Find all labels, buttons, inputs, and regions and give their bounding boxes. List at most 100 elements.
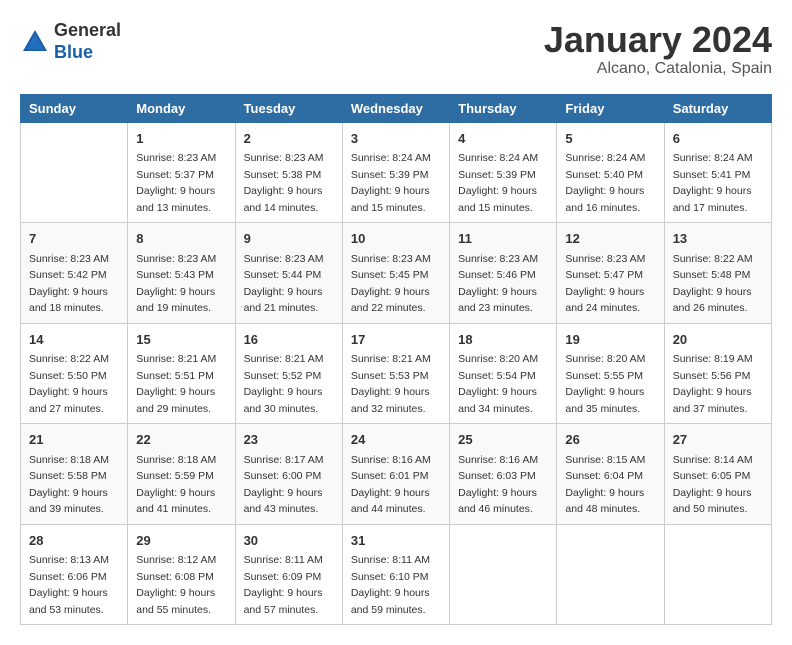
- day-info: Sunrise: 8:23 AMSunset: 5:43 PMDaylight:…: [136, 253, 216, 315]
- calendar-cell: 25 Sunrise: 8:16 AMSunset: 6:03 PMDaylig…: [450, 424, 557, 525]
- day-number: 10: [351, 229, 441, 249]
- calendar-cell: 31 Sunrise: 8:11 AMSunset: 6:10 PMDaylig…: [342, 524, 449, 625]
- day-number: 12: [565, 229, 655, 249]
- calendar-cell: 2 Sunrise: 8:23 AMSunset: 5:38 PMDayligh…: [235, 122, 342, 223]
- calendar-subtitle: Alcano, Catalonia, Spain: [544, 60, 772, 78]
- calendar-cell: [557, 524, 664, 625]
- day-info: Sunrise: 8:23 AMSunset: 5:44 PMDaylight:…: [244, 253, 324, 315]
- calendar-cell: 15 Sunrise: 8:21 AMSunset: 5:51 PMDaylig…: [128, 323, 235, 424]
- calendar-week-5: 28 Sunrise: 8:13 AMSunset: 6:06 PMDaylig…: [21, 524, 772, 625]
- calendar-cell: [664, 524, 771, 625]
- calendar-week-3: 14 Sunrise: 8:22 AMSunset: 5:50 PMDaylig…: [21, 323, 772, 424]
- calendar-cell: [450, 524, 557, 625]
- day-number: 23: [244, 430, 334, 450]
- day-info: Sunrise: 8:13 AMSunset: 6:06 PMDaylight:…: [29, 554, 109, 616]
- day-info: Sunrise: 8:21 AMSunset: 5:52 PMDaylight:…: [244, 353, 324, 415]
- weekday-header-friday: Friday: [557, 94, 664, 122]
- day-number: 31: [351, 531, 441, 551]
- day-info: Sunrise: 8:24 AMSunset: 5:39 PMDaylight:…: [458, 152, 538, 214]
- calendar-cell: 11 Sunrise: 8:23 AMSunset: 5:46 PMDaylig…: [450, 223, 557, 324]
- calendar-week-1: 1 Sunrise: 8:23 AMSunset: 5:37 PMDayligh…: [21, 122, 772, 223]
- calendar-cell: 23 Sunrise: 8:17 AMSunset: 6:00 PMDaylig…: [235, 424, 342, 525]
- calendar-cell: 26 Sunrise: 8:15 AMSunset: 6:04 PMDaylig…: [557, 424, 664, 525]
- weekday-header-row: SundayMondayTuesdayWednesdayThursdayFrid…: [21, 94, 772, 122]
- weekday-header-monday: Monday: [128, 94, 235, 122]
- page-header: General Blue January 2024 Alcano, Catalo…: [20, 20, 772, 78]
- day-info: Sunrise: 8:23 AMSunset: 5:38 PMDaylight:…: [244, 152, 324, 214]
- calendar-cell: [21, 122, 128, 223]
- calendar-cell: 4 Sunrise: 8:24 AMSunset: 5:39 PMDayligh…: [450, 122, 557, 223]
- day-number: 26: [565, 430, 655, 450]
- day-number: 30: [244, 531, 334, 551]
- day-info: Sunrise: 8:15 AMSunset: 6:04 PMDaylight:…: [565, 454, 645, 516]
- day-info: Sunrise: 8:12 AMSunset: 6:08 PMDaylight:…: [136, 554, 216, 616]
- calendar-cell: 8 Sunrise: 8:23 AMSunset: 5:43 PMDayligh…: [128, 223, 235, 324]
- logo-blue: Blue: [54, 42, 93, 62]
- day-number: 11: [458, 229, 548, 249]
- day-number: 15: [136, 330, 226, 350]
- logo-icon: [20, 27, 50, 57]
- day-number: 28: [29, 531, 119, 551]
- calendar-cell: 19 Sunrise: 8:20 AMSunset: 5:55 PMDaylig…: [557, 323, 664, 424]
- calendar-cell: 5 Sunrise: 8:24 AMSunset: 5:40 PMDayligh…: [557, 122, 664, 223]
- day-info: Sunrise: 8:18 AMSunset: 5:58 PMDaylight:…: [29, 454, 109, 516]
- day-number: 4: [458, 129, 548, 149]
- day-info: Sunrise: 8:23 AMSunset: 5:47 PMDaylight:…: [565, 253, 645, 315]
- weekday-header-wednesday: Wednesday: [342, 94, 449, 122]
- day-info: Sunrise: 8:23 AMSunset: 5:46 PMDaylight:…: [458, 253, 538, 315]
- day-number: 8: [136, 229, 226, 249]
- day-number: 20: [673, 330, 763, 350]
- day-number: 21: [29, 430, 119, 450]
- calendar-cell: 7 Sunrise: 8:23 AMSunset: 5:42 PMDayligh…: [21, 223, 128, 324]
- calendar-table: SundayMondayTuesdayWednesdayThursdayFrid…: [20, 94, 772, 626]
- calendar-cell: 22 Sunrise: 8:18 AMSunset: 5:59 PMDaylig…: [128, 424, 235, 525]
- calendar-cell: 30 Sunrise: 8:11 AMSunset: 6:09 PMDaylig…: [235, 524, 342, 625]
- day-number: 24: [351, 430, 441, 450]
- day-number: 25: [458, 430, 548, 450]
- day-info: Sunrise: 8:24 AMSunset: 5:39 PMDaylight:…: [351, 152, 431, 214]
- day-number: 9: [244, 229, 334, 249]
- calendar-cell: 14 Sunrise: 8:22 AMSunset: 5:50 PMDaylig…: [21, 323, 128, 424]
- day-info: Sunrise: 8:22 AMSunset: 5:50 PMDaylight:…: [29, 353, 109, 415]
- day-number: 22: [136, 430, 226, 450]
- day-info: Sunrise: 8:21 AMSunset: 5:53 PMDaylight:…: [351, 353, 431, 415]
- day-number: 6: [673, 129, 763, 149]
- day-number: 14: [29, 330, 119, 350]
- day-number: 1: [136, 129, 226, 149]
- calendar-week-4: 21 Sunrise: 8:18 AMSunset: 5:58 PMDaylig…: [21, 424, 772, 525]
- day-info: Sunrise: 8:20 AMSunset: 5:55 PMDaylight:…: [565, 353, 645, 415]
- day-number: 17: [351, 330, 441, 350]
- calendar-title: January 2024: [544, 20, 772, 60]
- calendar-cell: 29 Sunrise: 8:12 AMSunset: 6:08 PMDaylig…: [128, 524, 235, 625]
- day-info: Sunrise: 8:11 AMSunset: 6:09 PMDaylight:…: [244, 554, 323, 616]
- logo-text: General Blue: [54, 20, 121, 63]
- day-info: Sunrise: 8:24 AMSunset: 5:41 PMDaylight:…: [673, 152, 753, 214]
- calendar-cell: 20 Sunrise: 8:19 AMSunset: 5:56 PMDaylig…: [664, 323, 771, 424]
- day-info: Sunrise: 8:23 AMSunset: 5:37 PMDaylight:…: [136, 152, 216, 214]
- weekday-header-sunday: Sunday: [21, 94, 128, 122]
- day-info: Sunrise: 8:17 AMSunset: 6:00 PMDaylight:…: [244, 454, 324, 516]
- day-number: 29: [136, 531, 226, 551]
- day-number: 19: [565, 330, 655, 350]
- logo: General Blue: [20, 20, 121, 63]
- day-number: 5: [565, 129, 655, 149]
- day-info: Sunrise: 8:23 AMSunset: 5:45 PMDaylight:…: [351, 253, 431, 315]
- calendar-cell: 24 Sunrise: 8:16 AMSunset: 6:01 PMDaylig…: [342, 424, 449, 525]
- calendar-cell: 6 Sunrise: 8:24 AMSunset: 5:41 PMDayligh…: [664, 122, 771, 223]
- calendar-cell: 3 Sunrise: 8:24 AMSunset: 5:39 PMDayligh…: [342, 122, 449, 223]
- calendar-cell: 27 Sunrise: 8:14 AMSunset: 6:05 PMDaylig…: [664, 424, 771, 525]
- day-number: 3: [351, 129, 441, 149]
- calendar-cell: 17 Sunrise: 8:21 AMSunset: 5:53 PMDaylig…: [342, 323, 449, 424]
- day-number: 2: [244, 129, 334, 149]
- day-info: Sunrise: 8:20 AMSunset: 5:54 PMDaylight:…: [458, 353, 538, 415]
- calendar-cell: 10 Sunrise: 8:23 AMSunset: 5:45 PMDaylig…: [342, 223, 449, 324]
- weekday-header-thursday: Thursday: [450, 94, 557, 122]
- calendar-cell: 13 Sunrise: 8:22 AMSunset: 5:48 PMDaylig…: [664, 223, 771, 324]
- day-info: Sunrise: 8:11 AMSunset: 6:10 PMDaylight:…: [351, 554, 430, 616]
- day-info: Sunrise: 8:19 AMSunset: 5:56 PMDaylight:…: [673, 353, 753, 415]
- calendar-cell: 18 Sunrise: 8:20 AMSunset: 5:54 PMDaylig…: [450, 323, 557, 424]
- day-number: 27: [673, 430, 763, 450]
- day-number: 13: [673, 229, 763, 249]
- calendar-week-2: 7 Sunrise: 8:23 AMSunset: 5:42 PMDayligh…: [21, 223, 772, 324]
- day-number: 7: [29, 229, 119, 249]
